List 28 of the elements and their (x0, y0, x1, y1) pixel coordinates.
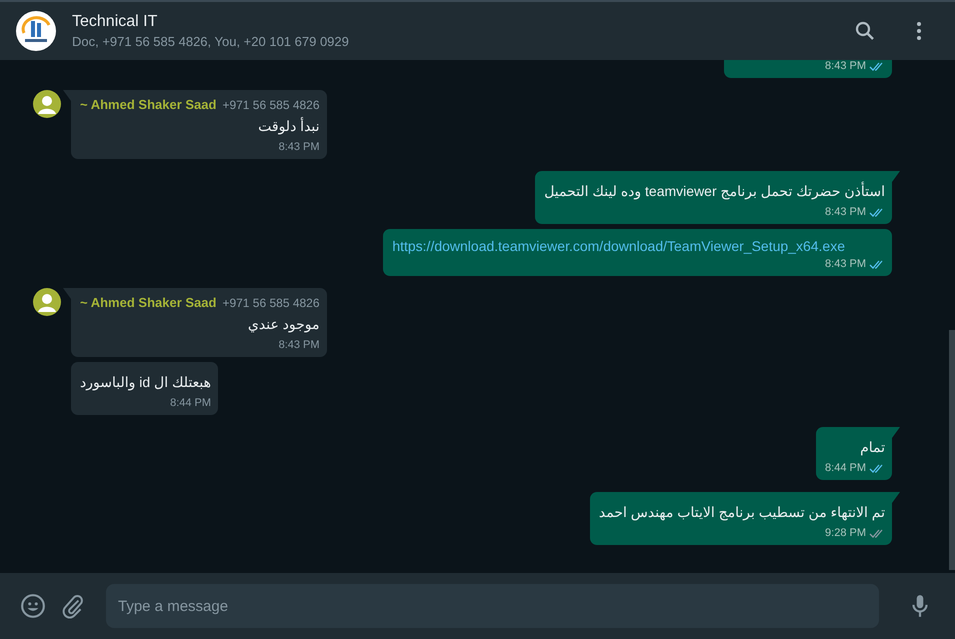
sender-name[interactable]: ~ Ahmed Shaker Saad (80, 97, 216, 112)
message-time: 8:44 PM (170, 397, 212, 409)
sender-phone: +971 56 585 4826 (222, 98, 320, 112)
message-time: 8:43 PM (278, 339, 320, 351)
paperclip-icon[interactable] (60, 593, 86, 619)
message-text: تم الانتهاء من تسطيب برنامج الايتاب مهندس احمد (598, 503, 885, 522)
message-text: موجود عندي (246, 315, 320, 334)
message-text: استأذن حضرتك تحمل برنامج teamviewer وده لينك التحميل (544, 180, 885, 202)
message-text: هبعتلك ال id والباسورد (80, 373, 212, 392)
participants-text: Doc, +971 56 585 4826, You, +20 101 679 0929 (72, 34, 350, 49)
message-time: 8:44 PM (825, 462, 866, 474)
avatar-icon[interactable] (33, 288, 61, 316)
sender-name[interactable]: ~ Ahmed Shaker Saad (80, 295, 216, 310)
scrollbar[interactable] (949, 330, 955, 570)
message-text: تمام (859, 438, 885, 458)
sender-phone: +971 56 585 4826 (222, 296, 320, 310)
chat-title: Technical IT (72, 13, 158, 31)
message-time: 9:28 PM (825, 527, 866, 539)
avatar-icon[interactable] (33, 90, 61, 118)
message-link[interactable]: https://download.teamviewer.com/download/TeamViewer_Setup_x64.exe (392, 235, 885, 254)
group-avatar[interactable] (16, 11, 56, 51)
message-text: نبدأ دلوقت (257, 116, 320, 136)
message-time: 8:43 PM (825, 60, 866, 72)
message-time: 8:43 PM (278, 141, 320, 153)
message-time: 8:43 PM (825, 206, 866, 218)
emoji-icon[interactable] (20, 593, 46, 619)
message-input[interactable]: Type a message (106, 584, 879, 628)
message-time: 8:43 PM (825, 258, 866, 270)
